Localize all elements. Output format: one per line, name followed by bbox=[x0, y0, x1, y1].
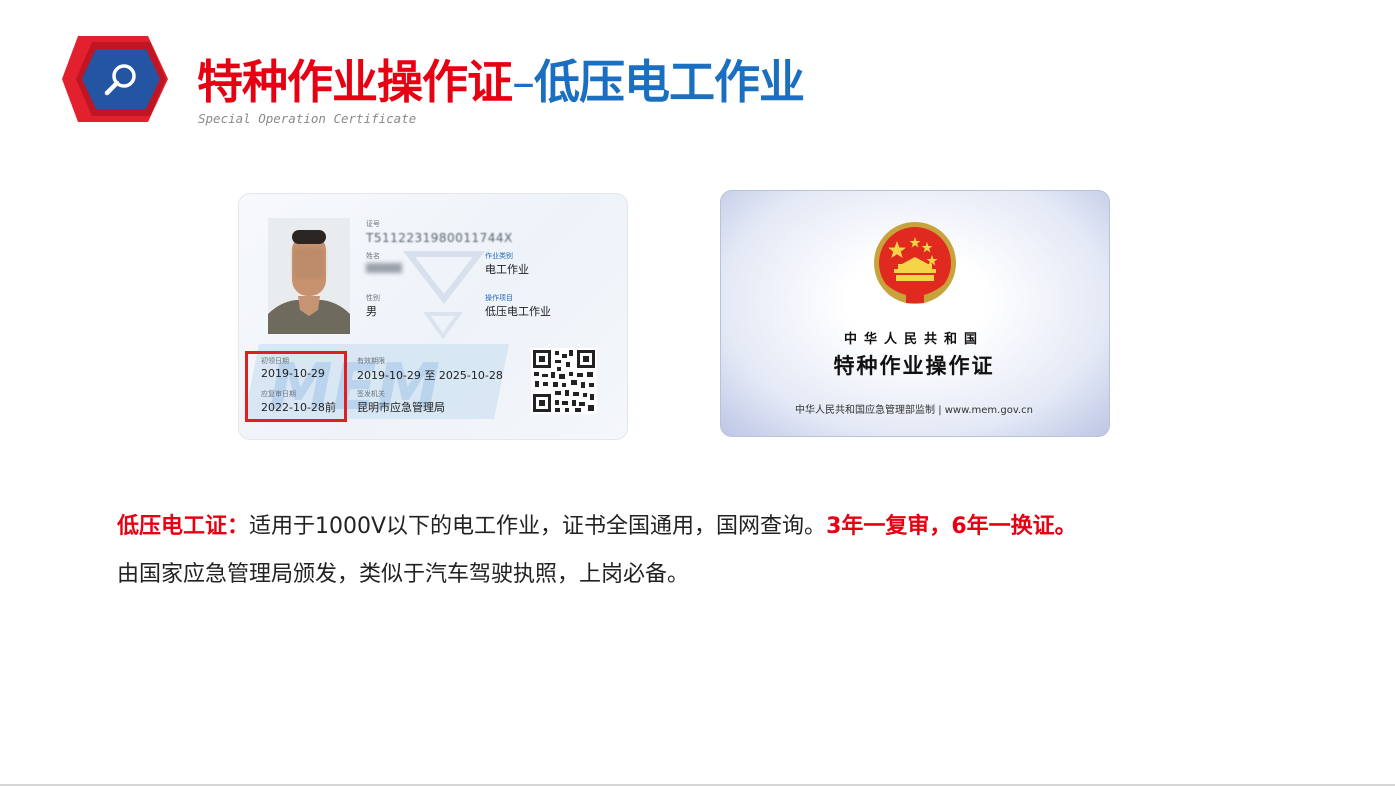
job-category-label: 作业类别 bbox=[485, 252, 513, 260]
back-country-name: 中华人民共和国 bbox=[843, 332, 984, 347]
job-item-label: 操作项目 bbox=[485, 294, 513, 302]
back-footer: 中华人民共和国应急管理部监制 | www.mem.gov.cn bbox=[795, 405, 1033, 416]
page-title: 特种作业操作证–低压电工作业 bbox=[197, 50, 805, 114]
issuer-label: 签发机关 bbox=[357, 390, 385, 398]
id-number: T5112231980011744X bbox=[366, 231, 513, 245]
gender-label: 性别 bbox=[366, 294, 380, 302]
description-highlight: 3年一复审，6年一换证。 bbox=[826, 514, 1077, 539]
name-label: 姓名 bbox=[366, 252, 380, 260]
issuer-value: 昆明市应急管理局 bbox=[357, 401, 445, 414]
title-red-part: 特种作业操作证 bbox=[197, 55, 513, 109]
qr-code-icon bbox=[531, 348, 597, 414]
job-category-value: 电工作业 bbox=[485, 263, 529, 276]
logo-search-icon bbox=[62, 36, 168, 122]
name-value-blurred bbox=[366, 263, 402, 273]
description-line-2: 由国家应急管理局颁发，类似于汽车驾驶执照，上岗必备。 bbox=[117, 562, 690, 587]
id-label: 证号 bbox=[366, 220, 380, 228]
description-label: 低压电工证： bbox=[117, 514, 250, 539]
gender-value: 男 bbox=[366, 305, 377, 318]
holder-photo bbox=[268, 218, 350, 334]
national-emblem-icon bbox=[874, 222, 956, 304]
job-item-value: 低压电工作业 bbox=[485, 305, 551, 318]
validity-value: 2019-10-29 至 2025-10-28 bbox=[357, 369, 503, 382]
description-text: 适用于1000V以下的电工作业，证书全国通用，国网查询。 bbox=[249, 514, 827, 539]
title-blue-part: 低压电工作业 bbox=[534, 55, 805, 109]
back-certificate-title: 特种作业操作证 bbox=[833, 354, 995, 378]
description-line-1: 低压电工证：适用于1000V以下的电工作业，证书全国通用，国网查询。3年一复审，… bbox=[117, 511, 1077, 543]
review-date-highlight-box bbox=[245, 351, 347, 422]
validity-label: 有效期限 bbox=[357, 357, 385, 365]
title-dash: – bbox=[512, 55, 535, 109]
page-subtitle: Special Operation Certificate bbox=[198, 111, 417, 126]
